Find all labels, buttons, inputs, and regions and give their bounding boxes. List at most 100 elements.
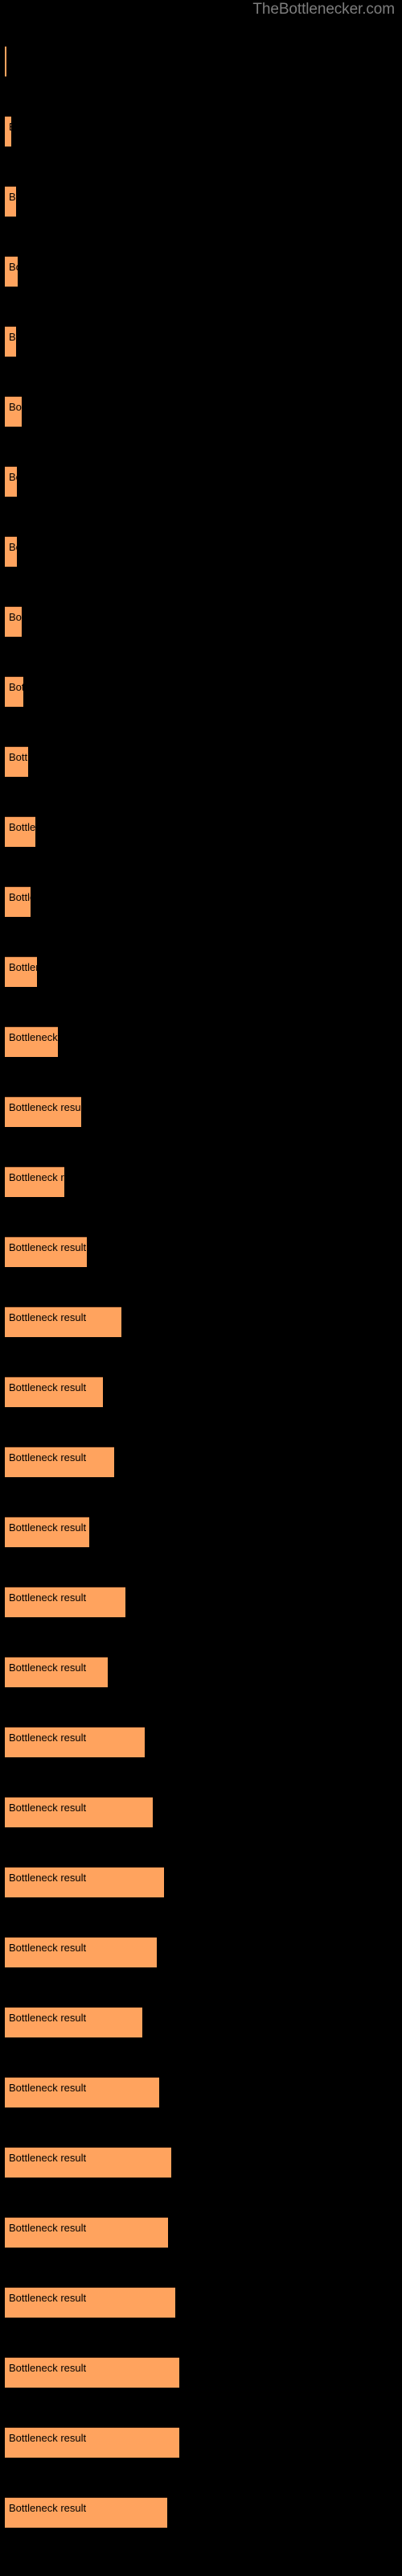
bar [5,1867,164,1897]
bar-clip: Bottleneck result [5,1026,58,1057]
bar-row: Bottleneck result [0,396,402,427]
bar-row: Bottleneck result [0,886,402,917]
bar [5,676,23,707]
bar [5,466,17,497]
bar-clip: Bottleneck result [5,1727,145,1757]
bar-row: Bottleneck result [0,606,402,637]
bar [5,606,22,637]
bar-clip: Bottleneck result [5,746,28,777]
bar-row: Bottleneck result [0,186,402,217]
bar-row: Bottleneck result [0,1447,402,1477]
bar-clip: Bottleneck result [5,2287,175,2318]
bar [5,2497,167,2528]
bar-row: Bottleneck result [0,2217,402,2248]
bar-clip: Bottleneck result [5,46,6,76]
bar-clip: Bottleneck result [5,2007,142,2037]
bar-row: Bottleneck result [0,1517,402,1547]
bar-row: Bottleneck result [0,1727,402,1757]
bar-row: Bottleneck result [0,2287,402,2318]
bar-row: Bottleneck result [0,1096,402,1127]
bar-row: Bottleneck result [0,1166,402,1197]
bar-clip: Bottleneck result [5,536,17,567]
bar-chart: TheBottlenecker.com Bottleneck resultBot… [0,0,402,2576]
bar-row: Bottleneck result [0,536,402,567]
bar-row: Bottleneck result [0,256,402,287]
bar-row: Bottleneck result [0,116,402,147]
bar-clip: Bottleneck result [5,326,16,357]
bar-clip: Bottleneck result [5,2497,167,2528]
bar [5,2427,179,2458]
bar [5,2217,168,2248]
bar-clip: Bottleneck result [5,1867,164,1897]
bar-row: Bottleneck result [0,2147,402,2178]
bar [5,1377,103,1407]
bar-row: Bottleneck result [0,46,402,76]
bar-clip: Bottleneck result [5,1236,87,1267]
bar-row: Bottleneck result [0,2007,402,2037]
bar-row: Bottleneck result [0,1587,402,1617]
bar-clip: Bottleneck result [5,116,11,147]
bar [5,1447,114,1477]
bar-row: Bottleneck result [0,676,402,707]
bar-clip: Bottleneck result [5,1166,64,1197]
bar [5,326,16,357]
bar-row: Bottleneck result [0,2497,402,2528]
bar-clip: Bottleneck result [5,1797,153,1827]
bar-clip: Bottleneck result [5,186,16,217]
bar [5,46,6,76]
bar-clip: Bottleneck result [5,1096,81,1127]
bar-clip: Bottleneck result [5,1377,103,1407]
bar-clip: Bottleneck result [5,816,35,847]
bar-clip: Bottleneck result [5,886,31,917]
bar-clip: Bottleneck result [5,1587,125,1617]
bar-row: Bottleneck result [0,956,402,987]
bar-row: Bottleneck result [0,2077,402,2107]
bar-clip: Bottleneck result [5,2217,168,2248]
bar-clip: Bottleneck result [5,1937,157,1967]
bar-row: Bottleneck result [0,2427,402,2458]
bar [5,536,17,567]
bar [5,2147,171,2178]
bar-clip: Bottleneck result [5,2077,159,2107]
bar [5,116,11,147]
bar [5,1727,145,1757]
bar-row: Bottleneck result [0,1867,402,1897]
bar-clip: Bottleneck result [5,1447,114,1477]
bar [5,2287,175,2318]
bar-clip: Bottleneck result [5,396,22,427]
bar [5,956,37,987]
bar-row: Bottleneck result [0,2357,402,2388]
bar-row: Bottleneck result [0,1797,402,1827]
bar [5,816,35,847]
bar [5,1517,89,1547]
bar-row: Bottleneck result [0,1307,402,1337]
bar [5,1307,121,1337]
bar-clip: Bottleneck result [5,1307,121,1337]
bar [5,396,22,427]
bar-clip: Bottleneck result [5,1657,108,1687]
bar-clip: Bottleneck result [5,606,22,637]
bar-clip: Bottleneck result [5,2357,179,2388]
bar [5,256,18,287]
bar [5,1096,81,1127]
bar [5,2007,142,2037]
bar-clip: Bottleneck result [5,466,17,497]
bar [5,2077,159,2107]
bar [5,1236,87,1267]
bar [5,1657,108,1687]
bar-clip: Bottleneck result [5,256,18,287]
bar [5,746,28,777]
bar [5,886,31,917]
bar [5,1797,153,1827]
bar [5,1026,58,1057]
bar [5,1587,125,1617]
bar [5,1937,157,1967]
bar [5,2357,179,2388]
bar-clip: Bottleneck result [5,2427,179,2458]
bar-row: Bottleneck result [0,746,402,777]
bar-row: Bottleneck result [0,816,402,847]
bar-row: Bottleneck result [0,1026,402,1057]
bar-row: Bottleneck result [0,466,402,497]
bar-row: Bottleneck result [0,1657,402,1687]
bar-clip: Bottleneck result [5,1517,89,1547]
